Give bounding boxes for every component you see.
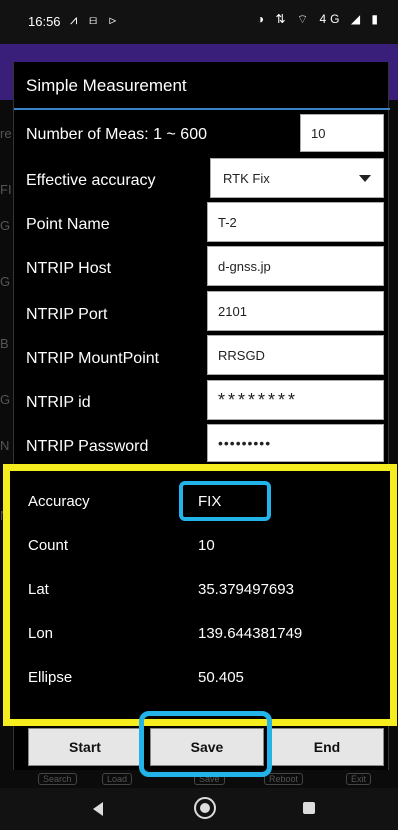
num-meas-input[interactable]: 10	[300, 114, 384, 152]
ntrip-password-input[interactable]: •••••••••	[207, 424, 384, 462]
status-bar: 16:56 ⩘ ⊟ ⊳ ◑ ⇅ ⌔ 4G ◢ ▮	[0, 0, 398, 44]
ghost-text: B	[0, 336, 9, 351]
status-time: 16:56	[28, 14, 61, 29]
system-status-icons: ◑ ⇅ ⌔ 4G ◢ ▮	[256, 12, 382, 26]
home-icon[interactable]	[194, 797, 216, 819]
num-meas-label: Number of Meas: 1 ~ 600	[26, 126, 207, 143]
ntrip-mountpoint-label: NTRIP MountPoint	[26, 350, 160, 367]
ellipse-label: Ellipse	[28, 669, 73, 686]
notification-icons: ⩘ ⊟ ⊳	[70, 12, 121, 27]
lat-label: Lat	[28, 581, 49, 598]
accuracy-highlight	[179, 481, 271, 521]
start-button[interactable]: Start	[28, 728, 142, 766]
ellipse-value: 50.405	[198, 669, 244, 686]
ghost-text: FI	[0, 182, 12, 197]
app-screen: 16:56 ⩘ ⊟ ⊳ ◑ ⇅ ⌔ 4G ◢ ▮ re FI G G B G N…	[0, 0, 398, 830]
ghost-search-button: Search	[38, 773, 77, 785]
save-highlight	[139, 711, 272, 777]
accuracy-label: Accuracy	[28, 493, 90, 510]
lon-label: Lon	[28, 625, 54, 642]
count-value: 10	[198, 537, 215, 554]
point-name-input[interactable]: T-2	[207, 202, 384, 242]
ghost-text: N	[0, 438, 10, 453]
effective-accuracy-label: Effective accuracy	[26, 172, 156, 189]
accuracy-value: FIX	[198, 493, 222, 510]
ntrip-id-label: NTRIP id	[26, 394, 91, 411]
ghost-exit-button: Exit	[346, 773, 372, 785]
back-icon[interactable]	[93, 802, 103, 816]
ntrip-host-label: NTRIP Host	[26, 260, 112, 277]
end-button[interactable]: End	[270, 728, 384, 766]
ntrip-mountpoint-input[interactable]: RRSGD	[207, 335, 384, 375]
effective-accuracy-select[interactable]: RTK Fix	[210, 158, 384, 198]
point-name-label: Point Name	[26, 216, 110, 233]
ntrip-port-input[interactable]: 2101	[207, 291, 384, 331]
effective-accuracy-value: RTK Fix	[223, 170, 270, 186]
ghost-text: re	[0, 126, 12, 141]
dialog-title: Simple Measurement	[14, 62, 390, 110]
count-label: Count	[28, 537, 69, 554]
ghost-text: G	[0, 218, 11, 233]
ghost-load-button: Load	[102, 773, 133, 785]
ghost-text: G	[0, 392, 11, 407]
ntrip-password-label: NTRIP Password	[26, 438, 149, 455]
ntrip-id-input[interactable]: ********	[207, 380, 384, 420]
measurement-result-panel: Accuracy FIX Count 10 Lat 35.379497693 L…	[3, 464, 397, 726]
ghost-text: G	[0, 274, 11, 289]
navigation-bar	[0, 788, 398, 830]
dropdown-arrow-icon	[359, 174, 371, 182]
lon-value: 139.644381749	[198, 625, 303, 642]
ntrip-port-label: NTRIP Port	[26, 306, 108, 323]
recent-apps-icon[interactable]	[303, 802, 315, 814]
ntrip-host-input[interactable]: d-gnss.jp	[207, 246, 384, 286]
ghost-reboot-button: Reboot	[264, 773, 304, 785]
lat-value: 35.379497693	[198, 581, 294, 598]
